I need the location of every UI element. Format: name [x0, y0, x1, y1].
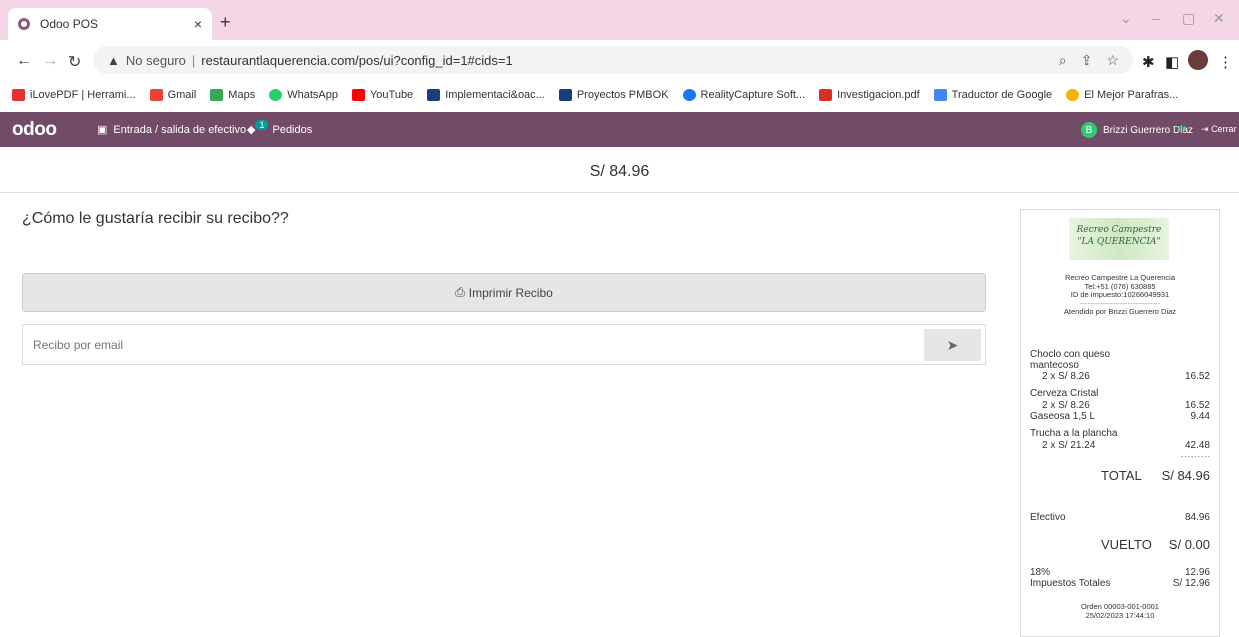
profile-avatar[interactable]	[1188, 50, 1208, 70]
tab-title: Odoo POS	[40, 17, 99, 31]
receipt-line: Gaseosa 1,5 L 9.44	[1030, 411, 1210, 422]
receipt-payment: Efectivo 84.96	[1030, 512, 1210, 523]
bookmark-investigacion[interactable]: Investigacion.pdf	[819, 89, 920, 101]
orders-button[interactable]: ◆ 1 Pedidos	[247, 119, 313, 136]
address-url[interactable]: restaurantlaquerencia.com/pos/ui?config_…	[201, 53, 512, 68]
receipt-line: 2 x S/ 8.26 16.52	[1042, 400, 1210, 411]
menu-icon[interactable]: ⋮	[1218, 53, 1233, 71]
receipt-change: VUELTO S/ 0.00	[1101, 537, 1210, 552]
share-icon[interactable]: ⇪	[1081, 52, 1093, 69]
close-session-button[interactable]: ⇥ Cerrar	[1201, 124, 1237, 135]
minimize-icon[interactable]: –	[1152, 10, 1160, 26]
receipt-amount: S/ 84.96	[0, 147, 1239, 193]
restore-icon[interactable]: ▢	[1182, 10, 1195, 27]
address-bar[interactable]: ▲ No seguro | restaurantlaquerencia.com/…	[93, 46, 1133, 74]
gmail-icon	[149, 89, 163, 101]
total-separator: ---------	[1181, 454, 1211, 461]
pdf-icon	[819, 89, 833, 101]
cash-icon: ▣	[97, 124, 108, 136]
reload-icon[interactable]: ↻	[68, 52, 81, 72]
new-tab-button[interactable]: +	[220, 12, 231, 33]
bookmark-maps[interactable]: Maps	[210, 89, 255, 101]
omnibox-actions: ⌕ ⇪ ☆	[1059, 52, 1119, 69]
bookmark-gmail[interactable]: Gmail	[149, 89, 196, 101]
tab-close-icon[interactable]: ×	[194, 16, 202, 32]
bookmarks-bar: iLovePDF | Herrami... Gmail Maps WhatsAp…	[0, 80, 1239, 110]
bookmark-youtube[interactable]: YouTube	[351, 89, 413, 101]
forward-icon[interactable]: →	[42, 52, 58, 70]
facebook-icon	[682, 89, 696, 101]
receipt-line: 2 x S/ 21.24 42.48	[1042, 440, 1210, 451]
browser-tabstrip: Odoo POS × + ⌄ – ▢ ✕	[0, 0, 1239, 40]
odoo-logo: odoo	[12, 119, 57, 140]
maps-icon	[210, 89, 224, 101]
pos-header: odoo ▣ Entrada / salida de efectivo ◆ 1 …	[0, 112, 1239, 147]
tab-search-icon[interactable]: ⌄	[1120, 10, 1132, 27]
security-label: No seguro	[125, 52, 186, 68]
bookmark-realitycapture[interactable]: RealityCapture Soft...	[682, 89, 805, 101]
receipt-tax-total: Impuestos Totales S/ 12.96	[1030, 578, 1210, 589]
receipt-line: 2 x S/ 8.26 16.52	[1042, 371, 1210, 382]
receipt-question: ¿Cómo le gustaría recibir su recibo??	[22, 210, 289, 227]
receipt-preview: Recreo Campestre "LA QUERENCIA" Recreo C…	[1020, 209, 1220, 637]
doc-icon	[558, 89, 572, 101]
receipt-line: mantecoso	[1030, 360, 1079, 371]
orders-icon: ◆	[247, 124, 256, 136]
bookmark-parafraseador[interactable]: El Mejor Parafras...	[1066, 89, 1178, 101]
zoom-icon[interactable]: ⌕	[1059, 52, 1067, 69]
print-receipt-label: Imprimir Recibo	[468, 285, 553, 300]
receipt-tax-line: 18% 12.96	[1030, 567, 1210, 578]
email-receipt-row: ➤	[22, 324, 986, 365]
company-info: Recreo Campestre La Querencia Tel:+51 (0…	[1021, 273, 1219, 317]
send-email-button[interactable]: ➤	[924, 329, 981, 361]
logout-icon: ⇥	[1201, 124, 1209, 134]
email-input[interactable]	[23, 325, 920, 364]
doc-icon	[427, 89, 441, 101]
bookmark-pmbok[interactable]: Proyectos PMBOK	[558, 89, 669, 101]
window-close-icon[interactable]: ✕	[1213, 10, 1225, 27]
back-icon[interactable]: ←	[16, 52, 32, 70]
translate-icon	[933, 89, 947, 101]
orders-label: Pedidos	[272, 123, 313, 136]
receipt-line: Choclo con queso	[1030, 349, 1111, 360]
warning-icon[interactable]: ▲	[107, 53, 120, 68]
cash-in-out-label: Entrada / salida de efectivo	[113, 123, 247, 136]
served-by: Atendido por Brizzi Guerrero Diaz	[1063, 307, 1177, 316]
cash-in-out-button[interactable]: ▣ Entrada / salida de efectivo	[97, 123, 247, 137]
odoo-favicon-icon	[18, 18, 30, 30]
send-icon: ➤	[946, 336, 959, 353]
order-datetime: 25/02/2023 17:44:10	[1085, 610, 1155, 620]
bookmark-implementacion[interactable]: Implementaci&oac...	[427, 89, 545, 101]
printer-icon: ⎙	[455, 285, 465, 299]
browser-toolbar: ← → ↻ ▲ No seguro | restaurantlaquerenci…	[0, 40, 1239, 80]
user-avatar: B	[1081, 122, 1097, 138]
receipt-total: TOTAL S/ 84.96	[1101, 468, 1210, 483]
bookmark-traductor[interactable]: Traductor de Google	[933, 89, 1052, 101]
order-info: Orden 00003-001-0001 25/02/2023 17:44:10	[1021, 602, 1219, 620]
browser-tab[interactable]: Odoo POS ×	[8, 8, 212, 40]
bookmark-star-icon[interactable]: ☆	[1106, 52, 1119, 69]
company-logo: Recreo Campestre "LA QUERENCIA"	[1069, 218, 1169, 260]
youtube-icon	[351, 89, 365, 101]
sidepanel-icon[interactable]: ◧	[1165, 53, 1179, 71]
extensions-icon[interactable]: ✱	[1142, 53, 1155, 71]
bookmark-whatsapp[interactable]: WhatsApp	[269, 89, 338, 101]
receipt-line: Cerveza Cristal	[1030, 388, 1099, 399]
wifi-icon: ≋	[1176, 122, 1187, 136]
paraphraser-icon	[1066, 89, 1080, 101]
close-label: Cerrar	[1211, 124, 1237, 134]
orders-badge: 1	[255, 119, 269, 130]
bookmark-ilovepdf[interactable]: iLovePDF | Herrami...	[12, 89, 136, 101]
receipt-line: Trucha a la plancha	[1030, 428, 1118, 439]
ilovepdf-icon	[12, 89, 25, 101]
print-receipt-button[interactable]: ⎙ Imprimir Recibo	[22, 273, 986, 312]
whatsapp-icon	[269, 89, 283, 101]
address-separator: |	[191, 52, 196, 68]
